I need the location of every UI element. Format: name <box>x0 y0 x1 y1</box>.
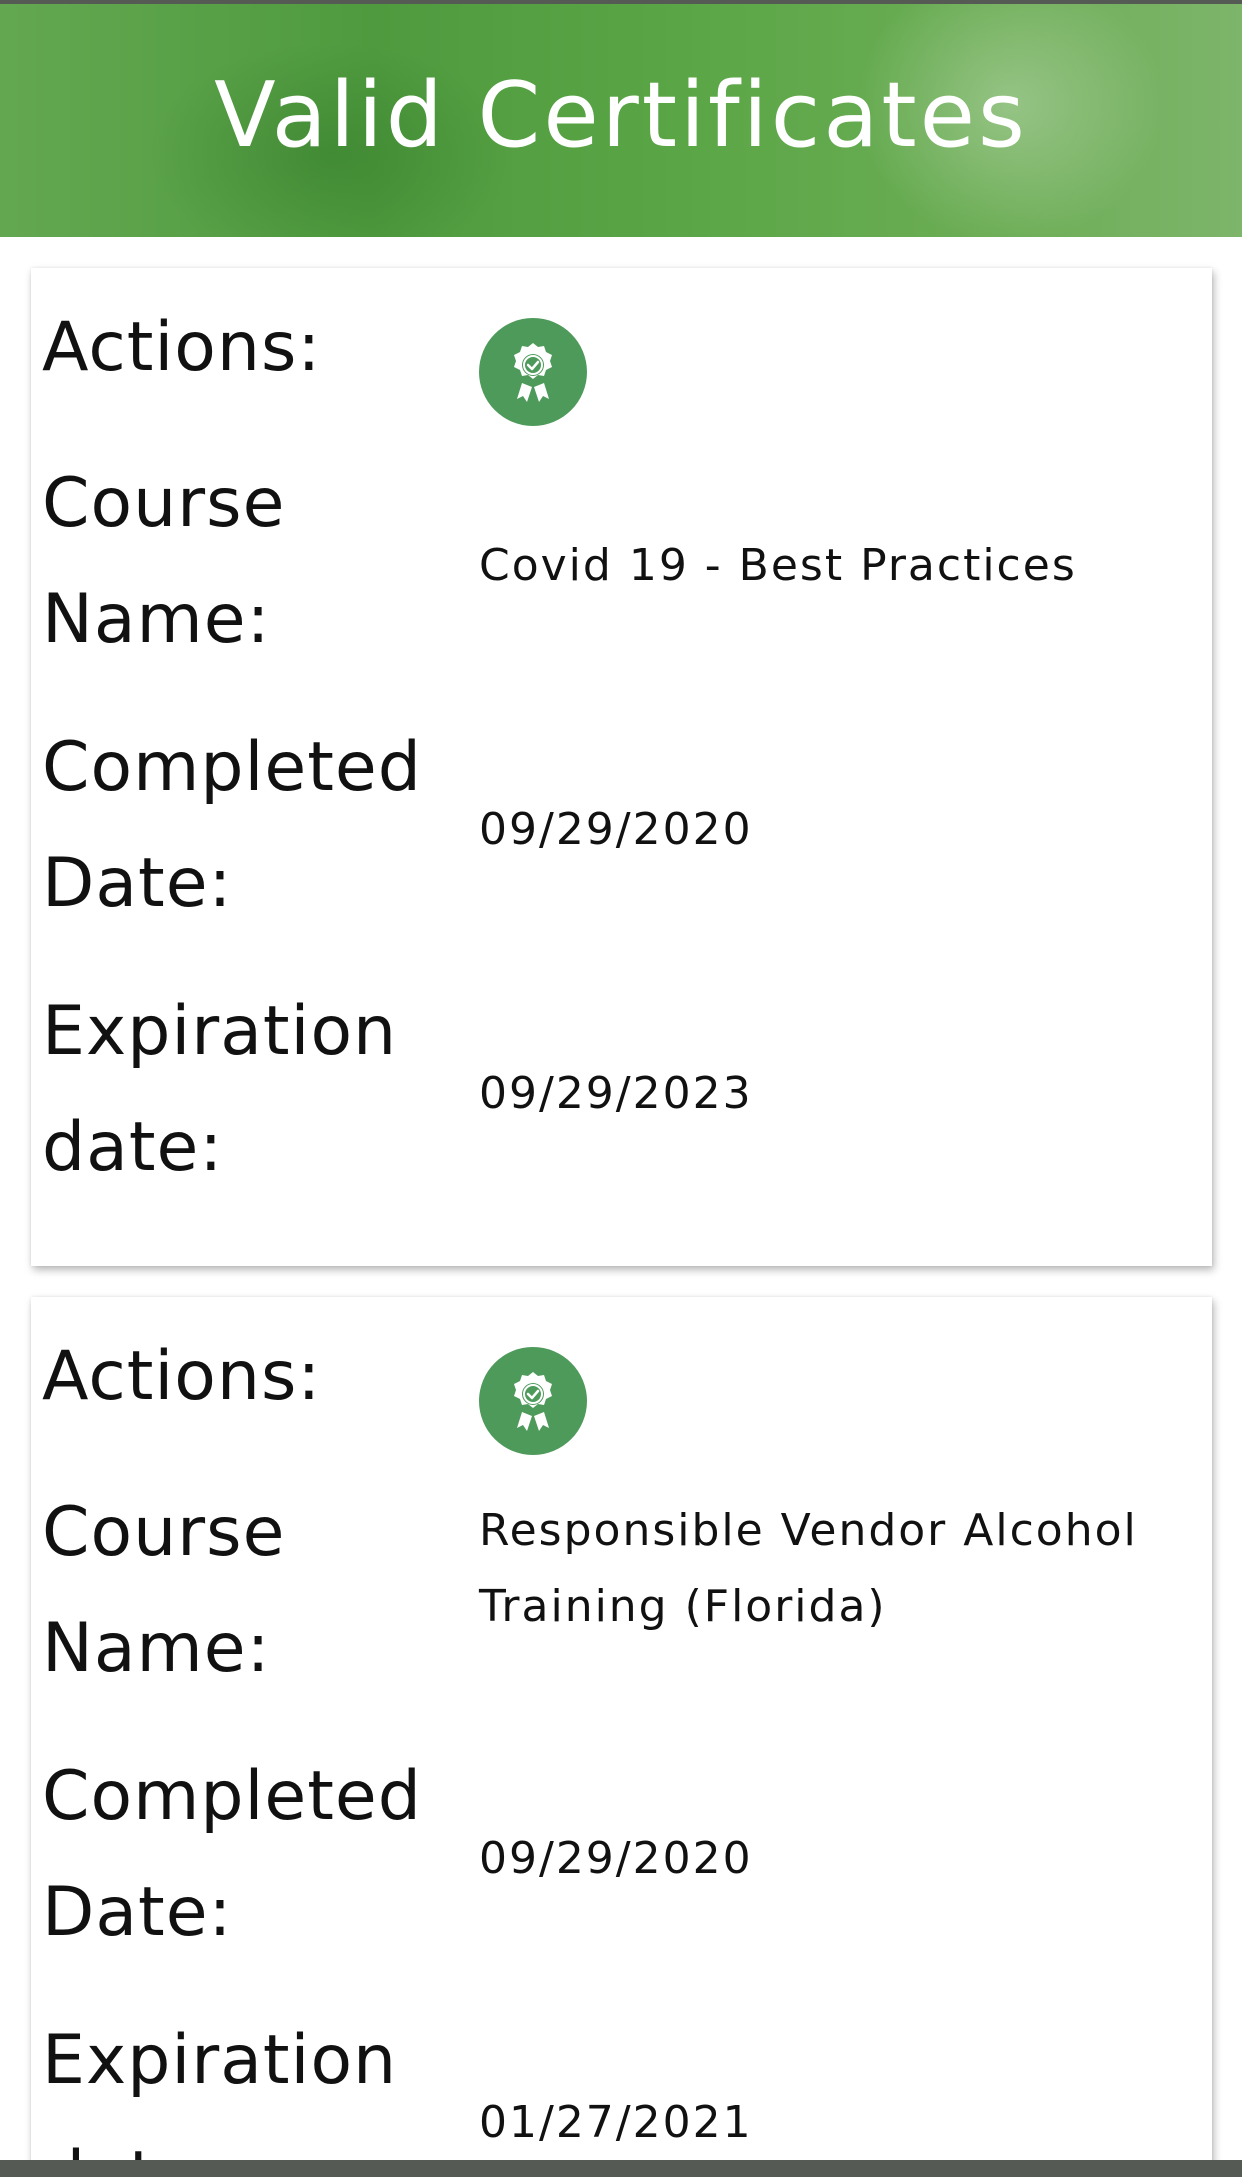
actions-label: Actions: <box>42 308 322 387</box>
certificate-badge-icon <box>514 343 552 402</box>
page-title: Valid Certificates <box>214 63 1028 168</box>
course-name-row: Course Name: Covid 19 - Best Practices <box>31 446 1212 710</box>
actions-label: Actions: <box>42 1337 322 1416</box>
course-name-label-line2: Name: <box>42 580 271 659</box>
certificate-card: Actions: Course Name: Responsible Vendor… <box>31 1297 1212 2177</box>
completed-date-label-line2: Date: <box>42 844 233 923</box>
certificate-badge-icon <box>514 1372 552 1431</box>
certificate-card: Actions: Course Name: Covid 19 - Best Pr… <box>31 268 1212 1266</box>
completed-date-label-line2: Date: <box>42 1873 233 1952</box>
view-certificate-button[interactable] <box>479 318 587 426</box>
page-header: Valid Certificates <box>0 4 1242 237</box>
expiration-date-label-line1: Expiration <box>42 992 398 1071</box>
course-name-label-line1: Course <box>42 1493 286 1572</box>
completed-date-row: Completed Date: 09/29/2020 <box>31 1739 1212 2003</box>
course-name-row: Course Name: Responsible Vendor Alcohol … <box>31 1475 1212 1739</box>
completed-date-label-line1: Completed <box>42 728 422 807</box>
expiration-date-row: Expiration date: 01/27/2021 <box>31 2003 1212 2177</box>
completed-date-value: 09/29/2020 <box>479 804 753 855</box>
completed-date-row: Completed Date: 09/29/2020 <box>31 710 1212 974</box>
course-name-value-line1: Responsible Vendor Alcohol <box>479 1505 1138 1556</box>
page: Valid Certificates Actions: Course Name:… <box>0 0 1242 2177</box>
expiration-date-label-line2: date: <box>42 1108 224 1187</box>
expiration-date-row: Expiration date: 09/29/2023 <box>31 974 1212 1238</box>
view-certificate-button[interactable] <box>479 1347 587 1455</box>
course-name-value: Covid 19 - Best Practices <box>479 540 1077 591</box>
completed-date-value: 09/29/2020 <box>479 1833 753 1884</box>
course-name-label-line1: Course <box>42 464 286 543</box>
bottom-navigation-strip <box>0 2160 1242 2177</box>
course-name-value-line2: Training (Florida) <box>479 1581 887 1632</box>
expiration-date-value: 09/29/2023 <box>479 1068 753 1119</box>
course-name-label-line2: Name: <box>42 1609 271 1688</box>
expiration-date-label-line1: Expiration <box>42 2021 398 2100</box>
expiration-date-value: 01/27/2021 <box>479 2097 753 2148</box>
completed-date-label-line1: Completed <box>42 1757 422 1836</box>
